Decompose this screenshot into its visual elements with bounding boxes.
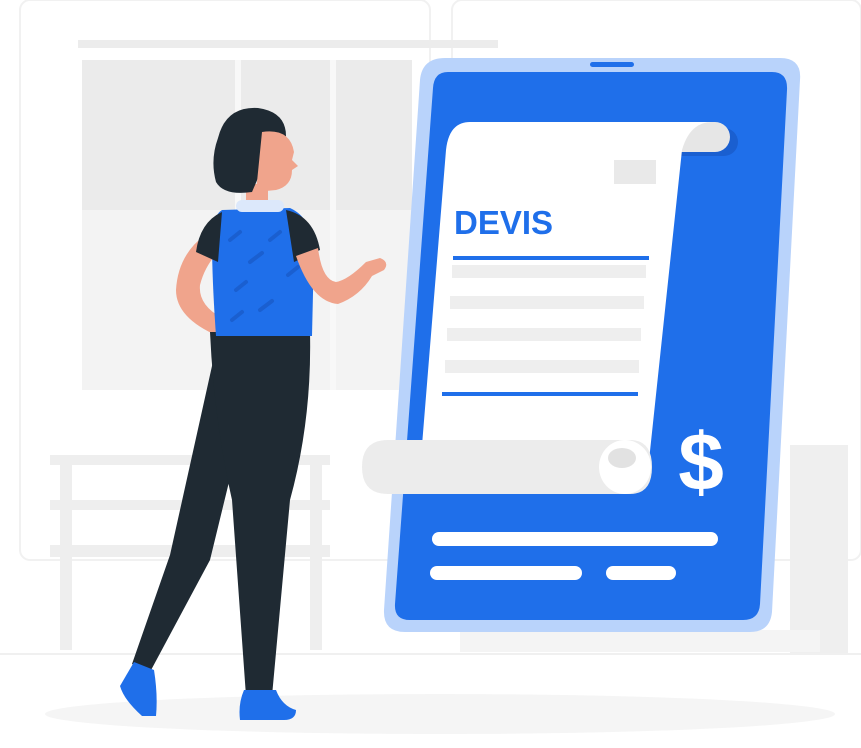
screen-line-short-left (430, 566, 582, 580)
background-floor-strip (460, 630, 820, 652)
screen-line-long (432, 532, 718, 546)
document-row (450, 296, 644, 309)
document-divider-top (453, 256, 649, 260)
quote-illustration: $ DEVIS (0, 0, 861, 734)
background-block-right (790, 445, 848, 655)
background-bench-leg-right (310, 455, 322, 650)
background-shelf-top (78, 40, 498, 48)
background-bench-leg-left (60, 455, 72, 650)
background-window-mullion-2 (330, 60, 336, 390)
document-divider-bottom (442, 392, 638, 396)
document-row (452, 265, 646, 278)
scroll-bottom-roll-core (608, 448, 636, 468)
scroll-stamp (614, 160, 656, 184)
woman-collar (236, 200, 284, 212)
document-row (447, 328, 641, 341)
document-title: DEVIS (454, 204, 553, 241)
dollar-sign-icon: $ (678, 417, 724, 508)
document-row (445, 360, 639, 373)
floor-shadow (45, 694, 835, 734)
tablet-speaker (590, 62, 634, 67)
screen-line-short-right (606, 566, 676, 580)
